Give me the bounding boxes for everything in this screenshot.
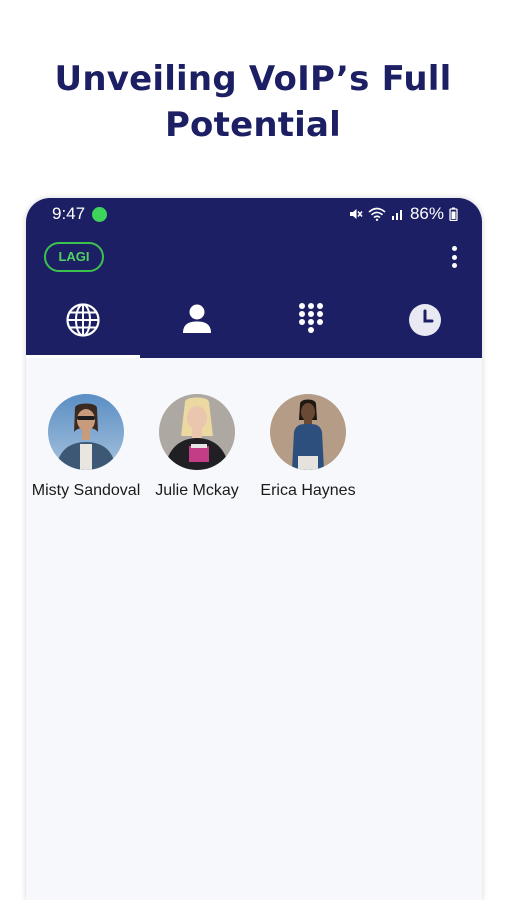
clock-icon xyxy=(409,304,441,336)
phone-frame: 9:47 86% LAGI Misty Sandoval Julie Mckay… xyxy=(26,198,482,900)
tab-contacts[interactable] xyxy=(140,298,254,358)
tab-recents[interactable] xyxy=(368,298,482,358)
favorites-grid: Misty Sandoval Julie Mckay Erica Haynes xyxy=(26,394,482,594)
avatar xyxy=(159,394,235,470)
battery-icon xyxy=(449,207,458,221)
headline-line-1: Unveiling VoIP’s Full xyxy=(54,59,452,99)
status-icons: 86% xyxy=(349,204,458,224)
battery-percent: 86% xyxy=(409,204,444,223)
app-header: 9:47 86% LAGI xyxy=(26,198,482,358)
wifi-icon xyxy=(368,207,386,221)
lagi-badge-button[interactable]: LAGI xyxy=(44,242,104,272)
contact-name: Julie Mckay xyxy=(155,482,239,499)
dialpad-icon xyxy=(299,303,323,333)
person-icon xyxy=(183,304,211,333)
status-bar: 9:47 86% xyxy=(26,198,482,230)
tab-bar xyxy=(26,298,482,358)
mute-icon xyxy=(349,209,363,219)
headline-line-2: Potential xyxy=(164,105,342,145)
avatar xyxy=(270,394,346,470)
globe-icon xyxy=(66,303,100,337)
contact-erica-haynes[interactable]: Erica Haynes xyxy=(252,394,364,501)
status-time: 9:47 xyxy=(52,204,86,223)
promo-headline: Unveiling VoIP’s Full Potential xyxy=(0,56,506,148)
app-store-screenshot: Unveiling VoIP’s Full Potential 9:47 86%… xyxy=(0,0,506,900)
signal-icon xyxy=(391,210,402,220)
tab-globe[interactable] xyxy=(26,298,140,358)
contact-name: Misty Sandoval xyxy=(31,482,141,499)
recording-indicator xyxy=(92,207,107,222)
avatar xyxy=(48,394,124,470)
more-vert-icon[interactable] xyxy=(444,244,464,270)
contact-julie-mckay[interactable]: Julie Mckay xyxy=(141,394,253,501)
contact-name: Erica Haynes xyxy=(260,482,356,499)
tab-dialpad[interactable] xyxy=(254,298,368,358)
contact-misty-sandoval[interactable]: Misty Sandoval xyxy=(30,394,142,501)
